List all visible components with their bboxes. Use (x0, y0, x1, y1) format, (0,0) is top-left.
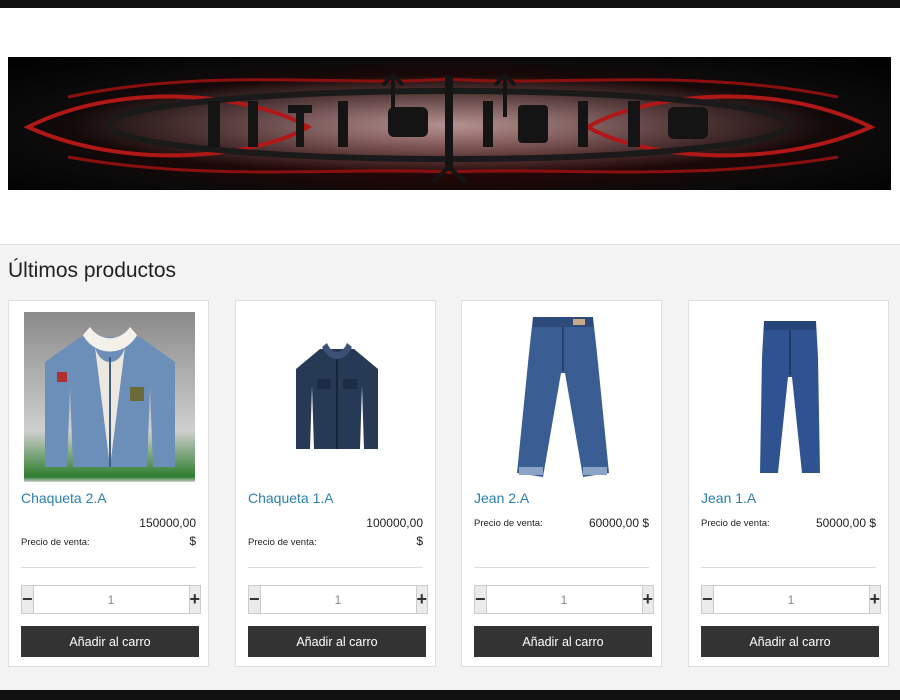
add-to-cart-button[interactable]: Añadir al carro (474, 626, 652, 657)
price-label: Precio de venta: (21, 537, 90, 548)
product-name-link[interactable]: Jean 2.A (474, 490, 529, 506)
product-price: 50000,00 $ (815, 516, 876, 530)
product-image-dark-denim-jacket[interactable] (251, 312, 422, 482)
product-price: 100000,00 (366, 516, 423, 530)
minus-icon: − (702, 589, 713, 609)
quantity-stepper: − + (248, 585, 429, 614)
plus-icon: + (642, 589, 654, 609)
product-card: Chaqueta 2.A 150000,00 Precio de venta: … (8, 300, 209, 667)
quantity-stepper: − + (474, 585, 655, 614)
quantity-stepper: − + (701, 585, 882, 614)
jacket-image (295, 343, 378, 449)
decrease-quantity-button[interactable]: − (248, 585, 261, 614)
top-border (0, 0, 900, 8)
product-name-link[interactable]: Chaqueta 2.A (21, 490, 107, 506)
currency-symbol: $ (416, 534, 423, 548)
jeans-image (516, 317, 609, 477)
add-to-cart-button[interactable]: Añadir al carro (21, 626, 199, 657)
jacket-image (44, 327, 175, 467)
add-to-cart-button[interactable]: Añadir al carro (701, 626, 879, 657)
bottom-border (0, 690, 900, 700)
product-image-jeans[interactable] (477, 312, 648, 482)
jeans-image (759, 321, 820, 473)
divider (701, 567, 876, 568)
price-label: Precio de venta: (248, 537, 317, 548)
product-price: 60000,00 $ (588, 516, 649, 530)
product-name-link[interactable]: Jean 1.A (701, 490, 756, 506)
decrease-quantity-button[interactable]: − (474, 585, 487, 614)
quantity-input[interactable] (486, 585, 642, 614)
price-label: Precio de venta: (474, 518, 543, 529)
price-label: Precio de venta: (701, 518, 770, 529)
quantity-input[interactable] (260, 585, 416, 614)
product-image-denim-sherpa-jacket[interactable] (24, 312, 195, 482)
add-to-cart-button[interactable]: Añadir al carro (248, 626, 426, 657)
decrease-quantity-button[interactable]: − (701, 585, 714, 614)
divider (248, 567, 423, 568)
minus-icon: − (22, 589, 33, 609)
increase-quantity-button[interactable]: + (188, 585, 202, 614)
divider (474, 567, 649, 568)
decrease-quantity-button[interactable]: − (21, 585, 34, 614)
plus-icon: + (416, 589, 428, 609)
currency-symbol: $ (189, 534, 196, 548)
product-card: Jean 1.A Precio de venta: 50000,00 $ − +… (688, 300, 889, 667)
site-banner-logo[interactable] (8, 57, 891, 190)
minus-icon: − (475, 589, 486, 609)
plus-icon: + (869, 589, 881, 609)
product-price: 150000,00 (139, 516, 196, 530)
quantity-input[interactable] (33, 585, 189, 614)
product-card: Jean 2.A Precio de venta: 60000,00 $ − +… (461, 300, 662, 667)
banner-graphic (23, 72, 876, 184)
latest-products-section: Últimos productos Chaqueta 2.A 150000,00… (0, 244, 900, 691)
increase-quantity-button[interactable]: + (641, 585, 655, 614)
product-image-jeans[interactable] (704, 312, 875, 482)
product-card: Chaqueta 1.A 100000,00 Precio de venta: … (235, 300, 436, 667)
increase-quantity-button[interactable]: + (868, 585, 882, 614)
increase-quantity-button[interactable]: + (415, 585, 429, 614)
section-title: Últimos productos (8, 259, 177, 282)
plus-icon: + (189, 589, 201, 609)
quantity-stepper: − + (21, 585, 202, 614)
divider (21, 567, 196, 568)
product-name-link[interactable]: Chaqueta 1.A (248, 490, 334, 506)
quantity-input[interactable] (713, 585, 869, 614)
minus-icon: − (249, 589, 260, 609)
